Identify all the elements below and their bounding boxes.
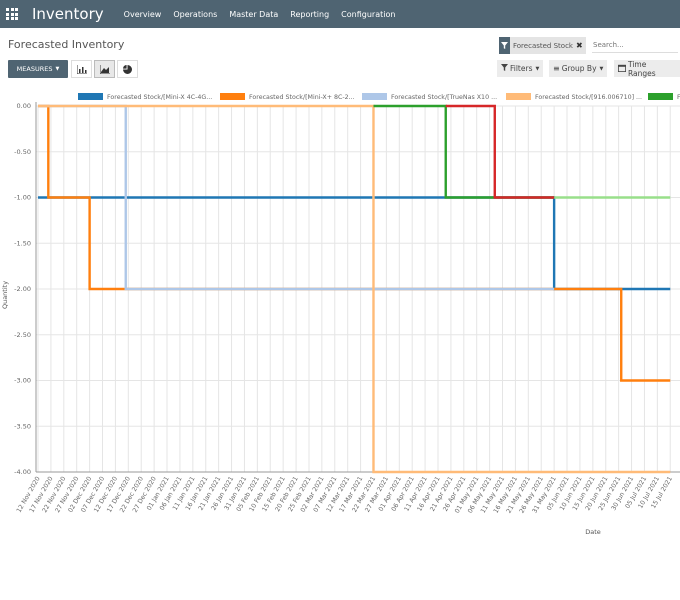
caret-down-icon: ▼ — [55, 66, 60, 72]
legend-swatch — [506, 93, 531, 100]
time-ranges-label: Time Ranges — [628, 59, 656, 78]
y-tick-label: -4.00 — [14, 468, 31, 476]
legend-swatch — [362, 93, 387, 100]
group-by-button[interactable]: ≡ Group By ▼ — [549, 60, 608, 77]
legend-label: Forecasted Stock/[TrueNas X10 ... — [391, 94, 497, 101]
bar-chart-icon — [76, 64, 87, 74]
y-tick-label: -2.50 — [14, 331, 31, 339]
group-by-label: Group By — [561, 64, 597, 73]
y-tick-label: -0.50 — [14, 148, 31, 156]
menu-master-data[interactable]: Master Data — [229, 10, 278, 19]
y-tick-label: -1.50 — [14, 239, 31, 247]
facet-close-icon[interactable]: ✖ — [576, 41, 583, 50]
measures-label: MEASURES — [16, 65, 53, 73]
time-ranges-button[interactable]: Time Ranges — [614, 59, 680, 78]
bar-chart-button[interactable] — [71, 60, 92, 78]
pie-chart-button[interactable] — [117, 60, 138, 78]
search-facet[interactable]: Forecasted Stock ✖ — [499, 37, 586, 54]
y-tick-label: -2.00 — [14, 285, 31, 293]
top-navbar: Inventory Overview Operations Master Dat… — [0, 0, 680, 28]
legend-swatch — [78, 93, 103, 100]
filter-icon — [499, 37, 510, 54]
caret-down-icon: ▼ — [535, 65, 540, 72]
line-chart-button[interactable] — [94, 60, 115, 78]
menu-reporting[interactable]: Reporting — [290, 10, 329, 19]
line-chart: 0.00 -0.50 -1.00 -1.50 -2.00 -2.50 -3.00 -3.50 -… — [1, 93, 680, 536]
legend-swatch — [220, 93, 245, 100]
pie-chart-icon — [123, 64, 132, 74]
filters-button[interactable]: Filters ▼ — [497, 60, 544, 77]
y-tick-label: -1.00 — [14, 194, 31, 202]
legend-swatch — [648, 93, 673, 100]
apps-grid-icon[interactable] — [6, 8, 18, 20]
x-axis-label: Date — [585, 528, 601, 536]
measures-button[interactable]: MEASURES ▼ — [8, 60, 68, 78]
app-title[interactable]: Inventory — [32, 5, 104, 23]
y-tick-label: -3.00 — [14, 377, 31, 385]
calendar-icon — [618, 64, 626, 74]
y-axis-label: Quantity — [1, 281, 9, 309]
y-tick-label: -3.50 — [14, 422, 31, 430]
y-tick-label: 0.00 — [17, 102, 31, 110]
menu-configuration[interactable]: Configuration — [341, 10, 395, 19]
filters-label: Filters — [510, 64, 533, 73]
legend-label: Forecasted Stock/[Mini-X 4C-4G... — [107, 94, 212, 101]
menu-overview[interactable]: Overview — [124, 10, 162, 19]
bars-icon: ≡ — [553, 64, 560, 73]
filter-icon — [501, 64, 508, 73]
caret-down-icon: ▼ — [599, 65, 604, 72]
legend-label: Forecasted Stock/[Mini-X+ 8C-2... — [249, 94, 355, 101]
legend-label: Forecasted Stock/[916.006710] ... — [535, 94, 642, 101]
line-chart-icon — [99, 64, 110, 74]
menu-operations[interactable]: Operations — [173, 10, 217, 19]
page-title: Forecasted Inventory — [8, 38, 125, 51]
facet-label: Forecasted Stock — [513, 41, 573, 50]
search-input[interactable] — [592, 38, 678, 53]
